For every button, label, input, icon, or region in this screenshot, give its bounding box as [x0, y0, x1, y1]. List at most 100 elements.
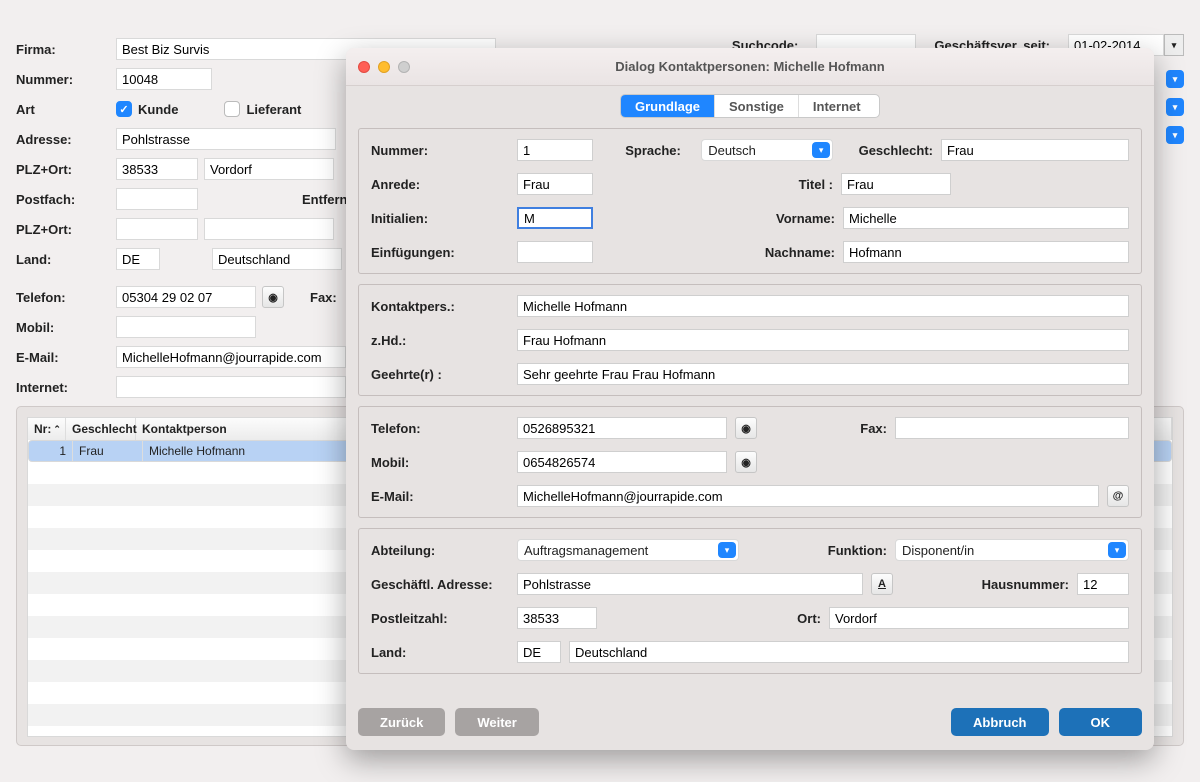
tab-bar: Grundlage Sonstige Internet [620, 94, 880, 118]
land-code-input[interactable] [116, 248, 160, 270]
ort-input[interactable] [204, 158, 334, 180]
zhd-label: z.Hd.: [371, 333, 509, 348]
dial-mobile-icon[interactable]: ◉ [735, 451, 757, 473]
funktion-select[interactable]: Disponent/in▾ [895, 539, 1129, 561]
dlg-ort-input[interactable] [829, 607, 1129, 629]
side-action-1[interactable]: ▾ [1166, 70, 1184, 88]
dlg-fax-label: Fax: [860, 421, 887, 436]
dlg-email-input[interactable] [517, 485, 1099, 507]
phone-dial-icon[interactable]: ◉ [262, 286, 284, 308]
lieferant-checkbox[interactable] [224, 101, 240, 117]
kontaktpers-input[interactable] [517, 295, 1129, 317]
dlg-mobil-label: Mobil: [371, 455, 509, 470]
mobil-label: Mobil: [16, 320, 110, 335]
nachname-input[interactable] [843, 241, 1129, 263]
dlg-telefon-input[interactable] [517, 417, 727, 439]
geschaeftl-adresse-input[interactable] [517, 573, 863, 595]
side-action-2[interactable]: ▾ [1166, 98, 1184, 116]
tab-sonstige[interactable]: Sonstige [715, 95, 799, 117]
titel-label: Titel : [799, 177, 833, 192]
titel-input[interactable] [841, 173, 951, 195]
vorname-label: Vorname: [776, 211, 835, 226]
zuruck-button[interactable]: Zurück [358, 708, 445, 736]
hausnummer-input[interactable] [1077, 573, 1129, 595]
initialien-input[interactable] [517, 207, 593, 229]
dlg-ort-label: Ort: [797, 611, 821, 626]
geschlecht-input[interactable] [941, 139, 1129, 161]
postfach-input[interactable] [116, 188, 198, 210]
telefon-input[interactable] [116, 286, 256, 308]
zoom-icon [398, 61, 410, 73]
email-label: E-Mail: [16, 350, 110, 365]
group-business: Abteilung: Auftragsmanagement▾ Funktion:… [358, 528, 1142, 674]
col-nr[interactable]: Nr: [34, 422, 51, 436]
sort-asc-icon[interactable]: ⌃ [53, 424, 61, 435]
tab-internet[interactable]: Internet [799, 95, 875, 117]
dlg-mobil-input[interactable] [517, 451, 727, 473]
kunde-checkbox[interactable]: ✓ [116, 101, 132, 117]
ok-button[interactable]: OK [1059, 708, 1143, 736]
nummer-input[interactable] [116, 68, 212, 90]
initialien-label: Initialien: [371, 211, 509, 226]
dialog-title: Dialog Kontaktpersonen: Michelle Hofmann [346, 59, 1154, 74]
anrede-label: Anrede: [371, 177, 509, 192]
art-label: Art [16, 102, 110, 117]
abbruch-button[interactable]: Abbruch [951, 708, 1048, 736]
close-icon[interactable] [358, 61, 370, 73]
kontaktpers-label: Kontaktpers.: [371, 299, 509, 314]
land-name-input[interactable] [212, 248, 342, 270]
contactperson-dialog: Dialog Kontaktpersonen: Michelle Hofmann… [346, 48, 1154, 750]
adresse-label: Adresse: [16, 132, 110, 147]
nachname-label: Nachname: [765, 245, 835, 260]
plz2-input[interactable] [116, 218, 198, 240]
dial-icon[interactable]: ◉ [735, 417, 757, 439]
firma-label: Firma: [16, 42, 110, 57]
sprache-label: Sprache: [625, 143, 693, 158]
geehrte-label: Geehrte(r) : [371, 367, 509, 382]
group-identity: Nummer: Sprache: Deutsch▾ Geschlecht: An… [358, 128, 1142, 274]
geschaeftl-adresse-label: Geschäftl. Adresse: [371, 577, 509, 592]
date-dropdown-icon[interactable]: ▾ [1164, 34, 1184, 56]
address-edit-icon[interactable]: A [871, 573, 893, 595]
nummer-input[interactable] [517, 139, 593, 161]
tab-grundlage[interactable]: Grundlage [621, 95, 715, 117]
dialog-titlebar[interactable]: Dialog Kontaktpersonen: Michelle Hofmann [346, 48, 1154, 86]
nummer-label: Nummer: [16, 72, 110, 87]
internet-label: Internet: [16, 380, 110, 395]
postleitzahl-input[interactable] [517, 607, 597, 629]
abteilung-label: Abteilung: [371, 543, 509, 558]
zhd-input[interactable] [517, 329, 1129, 351]
nummer-label: Nummer: [371, 143, 509, 158]
geehrte-input[interactable] [517, 363, 1129, 385]
dlg-land-code-input[interactable] [517, 641, 561, 663]
dlg-fax-input[interactable] [895, 417, 1129, 439]
dlg-land-label: Land: [371, 645, 509, 660]
email-at-icon[interactable]: @ [1107, 485, 1129, 507]
dlg-land-name-input[interactable] [569, 641, 1129, 663]
chevron-down-icon: ▾ [1108, 542, 1126, 558]
group-contact: Telefon: ◉ Fax: Mobil: ◉ E-Mail: @ [358, 406, 1142, 518]
ort2-input[interactable] [204, 218, 334, 240]
lieferant-label: Lieferant [246, 102, 301, 117]
funktion-label: Funktion: [828, 543, 887, 558]
anrede-input[interactable] [517, 173, 593, 195]
einfugungen-input[interactable] [517, 241, 593, 263]
land-label: Land: [16, 252, 110, 267]
minimize-icon[interactable] [378, 61, 390, 73]
weiter-button[interactable]: Weiter [455, 708, 539, 736]
abteilung-select[interactable]: Auftragsmanagement▾ [517, 539, 739, 561]
mobil-input[interactable] [116, 316, 256, 338]
col-geschlecht[interactable]: Geschlecht [66, 418, 136, 440]
entfern-label: Entfern [302, 192, 348, 207]
einfugungen-label: Einfügungen: [371, 245, 509, 260]
adresse-input[interactable] [116, 128, 336, 150]
email-input[interactable] [116, 346, 346, 368]
internet-input[interactable] [116, 376, 346, 398]
plzort2-label: PLZ+Ort: [16, 222, 110, 237]
plz-input[interactable] [116, 158, 198, 180]
side-action-3[interactable]: ▾ [1166, 126, 1184, 144]
vorname-input[interactable] [843, 207, 1129, 229]
plzort-label: PLZ+Ort: [16, 162, 110, 177]
sprache-select[interactable]: Deutsch▾ [701, 139, 833, 161]
postfach-label: Postfach: [16, 192, 110, 207]
